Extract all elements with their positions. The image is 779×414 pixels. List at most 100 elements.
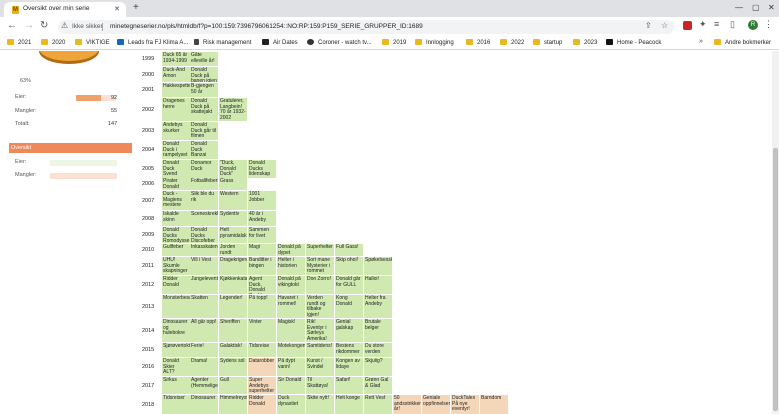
album-cell[interactable]: Ridder Donald (162, 276, 190, 294)
album-cell[interactable]: På topp! (248, 295, 276, 318)
bookmark-item[interactable]: Home - Peacock (606, 39, 661, 48)
album-cell[interactable]: Helter fra Andeby (364, 295, 392, 318)
extension-icon[interactable] (683, 21, 692, 30)
album-cell[interactable]: Verden rundt og tilbake igjen! (306, 295, 334, 318)
album-cell[interactable]: Magisk! (277, 319, 305, 342)
extensions-puzzle-icon[interactable]: ✦ (699, 19, 707, 30)
album-cell[interactable]: Donamor Duck (190, 160, 218, 178)
album-cell[interactable]: Dinosaurer og hulebokre (162, 319, 190, 342)
menu-icon[interactable]: ⋮ (764, 19, 773, 30)
album-cell[interactable]: Geniale oppfinnelser (422, 395, 450, 414)
album-cell[interactable]: Sort mane Mysterier i rommet (306, 257, 334, 275)
album-cell[interactable]: Duck dynastiet (277, 395, 305, 414)
media-icon[interactable]: ≡ (714, 19, 719, 29)
album-cell[interactable]: Himmelreyst (219, 395, 247, 414)
album-cell[interactable]: Sydentiv (219, 211, 247, 226)
album-cell[interactable]: Gullfeber (162, 244, 190, 256)
album-cell[interactable]: Kunst / Svindel (306, 358, 334, 376)
album-cell[interactable]: Halloi! (364, 276, 392, 294)
album-cell[interactable]: Pirater Donald (162, 178, 190, 190)
album-cell[interactable]: Gratulerer, Langbein! 70 år 1932- 2002 (219, 98, 247, 121)
close-window-icon[interactable]: ✕ (768, 3, 775, 12)
back-icon[interactable]: ← (7, 20, 17, 31)
album-cell[interactable]: Ridder Donald (248, 395, 276, 414)
album-cell[interactable]: Slik ble du rik (190, 191, 218, 210)
album-cell[interactable]: Duck 65 år 1934-1999 (162, 52, 190, 66)
album-cell[interactable]: B-gjengen 50 år (190, 83, 218, 97)
album-cell[interactable]: Don Zorro! (306, 276, 334, 294)
album-cell[interactable]: Vill i Vest (190, 257, 218, 275)
close-tab-icon[interactable]: ✕ (114, 5, 120, 13)
album-cell[interactable]: Andebys skurker (162, 122, 190, 140)
album-cell[interactable]: DuckTales På nye eventyr! (451, 395, 479, 414)
album-cell[interactable]: Fotballfeber! (190, 178, 218, 190)
star-icon[interactable]: ☆ (661, 21, 668, 30)
bookmark-item[interactable]: Leads fra FJ Klima A... (117, 39, 188, 48)
album-cell[interactable]: Spøkelsesskadden (364, 257, 392, 275)
bookmark-item[interactable]: 2022 (500, 39, 524, 48)
album-cell[interactable]: Bestens rikdommer (335, 343, 363, 357)
album-cell[interactable]: Donald går for GULL (335, 276, 363, 294)
album-cell[interactable]: "Duck, Donald Duck" (219, 160, 247, 178)
minimize-icon[interactable]: — (735, 3, 743, 12)
album-cell[interactable]: Vinter (248, 319, 276, 342)
album-cell[interactable]: Iskalde skinn (162, 211, 190, 226)
album-cell[interactable]: Barndom (480, 395, 508, 414)
album-cell[interactable]: 1001 Jobber (248, 191, 276, 210)
album-cell[interactable]: Agent Duck, Donald Duck! (248, 276, 276, 294)
album-cell[interactable]: Datarobber (248, 358, 276, 376)
album-cell[interactable]: Kong Donald (335, 295, 363, 318)
bookmark-item[interactable]: VIKTIGE (75, 39, 110, 48)
other-bookmarks[interactable]: Andre bokmerker (714, 39, 771, 48)
album-cell[interactable]: Hakkespetten (162, 83, 190, 97)
album-cell[interactable]: Skip ohoi! (335, 257, 363, 275)
album-cell[interactable]: Dinosaurer (190, 395, 218, 414)
album-cell[interactable]: Monsterbesøk (162, 295, 190, 318)
album-cell[interactable]: Tidsreiser (162, 395, 190, 414)
album-cell[interactable]: Motekongen (277, 343, 305, 357)
album-cell[interactable]: Donald på vikingtokt (277, 276, 305, 294)
album-cell[interactable]: Donald Duck på banen igjen (190, 67, 218, 82)
album-cell[interactable]: Brutale belger (364, 319, 392, 342)
album-cell[interactable]: Donald Duck går til filmen (190, 122, 218, 140)
album-cell[interactable]: Western (219, 191, 247, 210)
album-cell[interactable]: Sceneskrekk (190, 211, 218, 226)
album-cell[interactable]: Gull (219, 377, 247, 394)
album-cell[interactable]: Drama! (190, 358, 218, 376)
album-cell[interactable]: Sjørøvertokt (162, 343, 190, 357)
album-cell[interactable]: Agenter (Hemmelige) (190, 377, 218, 394)
forward-icon[interactable]: → (24, 20, 34, 31)
album-cell[interactable]: Inkasskaten (190, 244, 218, 256)
album-cell[interactable]: Dragekrigeren (219, 257, 247, 275)
album-cell[interactable]: Havaret i rommet! (277, 295, 305, 318)
album-cell[interactable]: Kongen av lidaye (335, 358, 363, 376)
album-cell[interactable]: På dypt vann! (277, 358, 305, 376)
bookmark-item[interactable]: 2016 (466, 39, 490, 48)
profile-avatar[interactable]: R (748, 20, 758, 30)
album-cell[interactable]: Helt konge (335, 395, 363, 414)
album-cell[interactable]: Kjøkkenkatastrofer (219, 276, 247, 294)
album-cell[interactable]: Jungeleventyr (190, 276, 218, 294)
album-cell[interactable]: Donald Duck i rampelyset (162, 141, 190, 159)
album-cell[interactable]: 40 år i Andeby (248, 211, 276, 226)
album-cell[interactable]: Du store verden (364, 343, 392, 357)
album-cell[interactable]: Donald Ducks Romodysse (162, 227, 190, 243)
album-cell[interactable]: Magi (248, 244, 276, 256)
bookmark-item[interactable]: Air Dates (262, 39, 298, 48)
album-cell[interactable]: Superhelter (306, 244, 334, 256)
bookmark-item[interactable]: Risk management (194, 39, 251, 48)
album-cell[interactable]: Ferie! (190, 343, 218, 357)
album-cell[interactable]: Samtidens! (306, 343, 334, 357)
album-cell[interactable]: 50 andsstrikker år! (393, 395, 421, 414)
album-cell[interactable]: Sir Donald (277, 377, 305, 394)
scrollbar-thumb[interactable] (773, 148, 778, 411)
album-cell[interactable]: Donald Ducks lidenskap (248, 160, 276, 178)
album-cell[interactable]: Grønn Gal & Glad (364, 377, 392, 394)
album-cell[interactable]: Helt pyramidalsk (219, 227, 247, 243)
album-cell[interactable]: Tidsreise (248, 343, 276, 357)
album-cell[interactable]: Dragenes herre (162, 98, 190, 121)
album-cell[interactable]: Donald på dypet (277, 244, 305, 256)
album-cell[interactable]: Sammen for livet (248, 227, 276, 243)
bookmark-item[interactable]: 2019 (382, 39, 406, 48)
album-cell[interactable]: Skjulig? (364, 358, 392, 376)
